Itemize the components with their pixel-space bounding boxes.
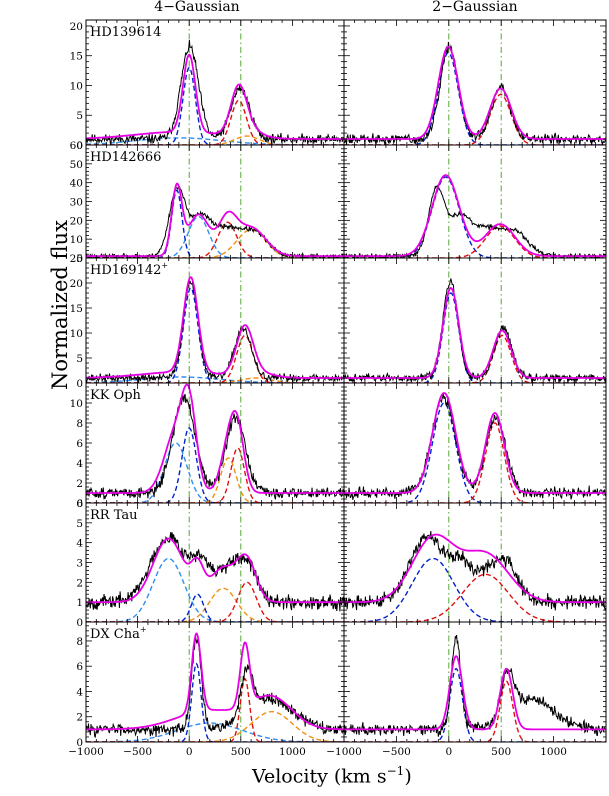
y-tick-label: 10 [70, 80, 83, 92]
y-tick-label: 30 [70, 197, 83, 209]
observed-spectrum-hd139614-two [344, 41, 606, 145]
y-tick-label: 15 [70, 51, 83, 63]
x-tick-label: −1000 [326, 746, 362, 758]
y-tick-label: 10 [70, 398, 83, 410]
component-blue-hd142666-two [344, 176, 606, 258]
total-fit-hd169142-four [86, 276, 344, 379]
total-fit-dx-cha-four [86, 632, 344, 731]
observed-spectrum-hd142666-four [86, 185, 344, 258]
x-tick-label: 0 [445, 746, 452, 758]
observed-spectrum-hd169142-two [344, 277, 606, 383]
column-title-4-gaussian: 4−Gaussian [154, 0, 240, 15]
y-tick-label: 20 [70, 21, 83, 33]
y-tick-label: 8 [76, 636, 83, 648]
component-blue-hd169142-four [86, 287, 344, 383]
x-tick-label: −500 [382, 746, 411, 758]
total-fit-kk-oph-two [344, 392, 606, 494]
x-tick-label: 0 [186, 746, 193, 758]
component-blue-hd139614-two [344, 51, 606, 145]
y-tick-label: 50 [70, 159, 83, 171]
y-tick-label: 4 [76, 686, 83, 698]
star-label: HD169142+ [90, 261, 168, 278]
y-tick-label: 5 [76, 353, 83, 365]
total-fit-hd142666-two [344, 174, 606, 257]
observed-spectrum-dx-cha-four [86, 636, 344, 739]
x-axis-label: Velocity (km s−1) [252, 764, 412, 787]
component-blue-rr-tau-two [344, 557, 606, 622]
y-tick-label: 4 [76, 458, 83, 470]
total-fit-hd169142-two [344, 287, 606, 379]
star-label: KK Oph [90, 388, 142, 403]
y-tick-label: 6 [76, 438, 83, 450]
x-axis-label-exponent: −1 [386, 764, 405, 778]
total-fit-hd139614-two [344, 45, 606, 140]
y-tick-label: 6 [76, 661, 83, 673]
observed-spectrum-rr-tau-four [86, 532, 344, 612]
observed-spectrum-hd139614-four [86, 39, 344, 145]
x-tick-label: −1000 [68, 746, 104, 758]
component-red-dx-cha-two [344, 680, 606, 742]
x-tick-label: 1000 [279, 746, 306, 758]
observed-spectrum-kk-oph-two [344, 393, 606, 500]
y-tick-label: 3 [76, 558, 83, 570]
column-title-2-gaussian: 2−Gaussian [432, 0, 518, 15]
x-tick-label: −500 [123, 746, 152, 758]
y-tick-label: 2 [76, 478, 83, 490]
observed-spectrum-hd169142-four [86, 280, 344, 383]
y-tick-label: 0 [76, 617, 83, 629]
y-tick-label: 8 [76, 418, 83, 430]
y-tick-label: 2 [76, 712, 83, 724]
component-blue-dx-cha-two [344, 667, 606, 742]
y-tick-label: 5 [76, 518, 83, 530]
y-tick-label: 6 [76, 498, 83, 510]
observed-spectrum-hd142666-two [344, 184, 606, 258]
star-label: HD139614 [90, 25, 161, 40]
x-tick-label: 500 [231, 746, 251, 758]
y-tick-label: 4 [76, 538, 83, 550]
observed-spectrum-dx-cha-two [344, 634, 606, 737]
y-tick-label: 60 [70, 140, 83, 152]
y-axis-label: Normalized flux [48, 220, 72, 390]
x-tick-label: 1000 [540, 746, 567, 758]
x-tick-label: 500 [491, 746, 511, 758]
y-tick-label: 0 [76, 378, 83, 390]
x-axis-label-main: Velocity (km s [252, 765, 387, 788]
component-orange-hd142666-four [86, 229, 344, 258]
total-fit-rr-tau-two [344, 533, 606, 604]
star-label: DX Cha+ [90, 625, 147, 642]
total-fit-hd139614-four [86, 53, 344, 140]
panel-frame-hd139614-two [343, 19, 607, 146]
panel-frame-hd169142-two [343, 257, 607, 384]
component-blue-kk-oph-two [344, 402, 606, 503]
component-lightblue-rr-tau-four [86, 557, 344, 622]
component-red-hd142666-two [344, 225, 606, 258]
y-tick-label: 5 [76, 110, 83, 122]
y-tick-label: 2 [76, 577, 83, 589]
y-tick-label: 40 [70, 178, 83, 190]
star-label: HD142666 [90, 150, 161, 165]
component-blue-hd169142-two [344, 292, 606, 383]
y-tick-label: 1 [76, 597, 83, 609]
star-label: RR Tau [90, 508, 138, 523]
x-axis-label-end: ) [404, 765, 412, 788]
spectra-figure: 05101520 HD1396140102030405060HD142666051… [68, 19, 607, 758]
